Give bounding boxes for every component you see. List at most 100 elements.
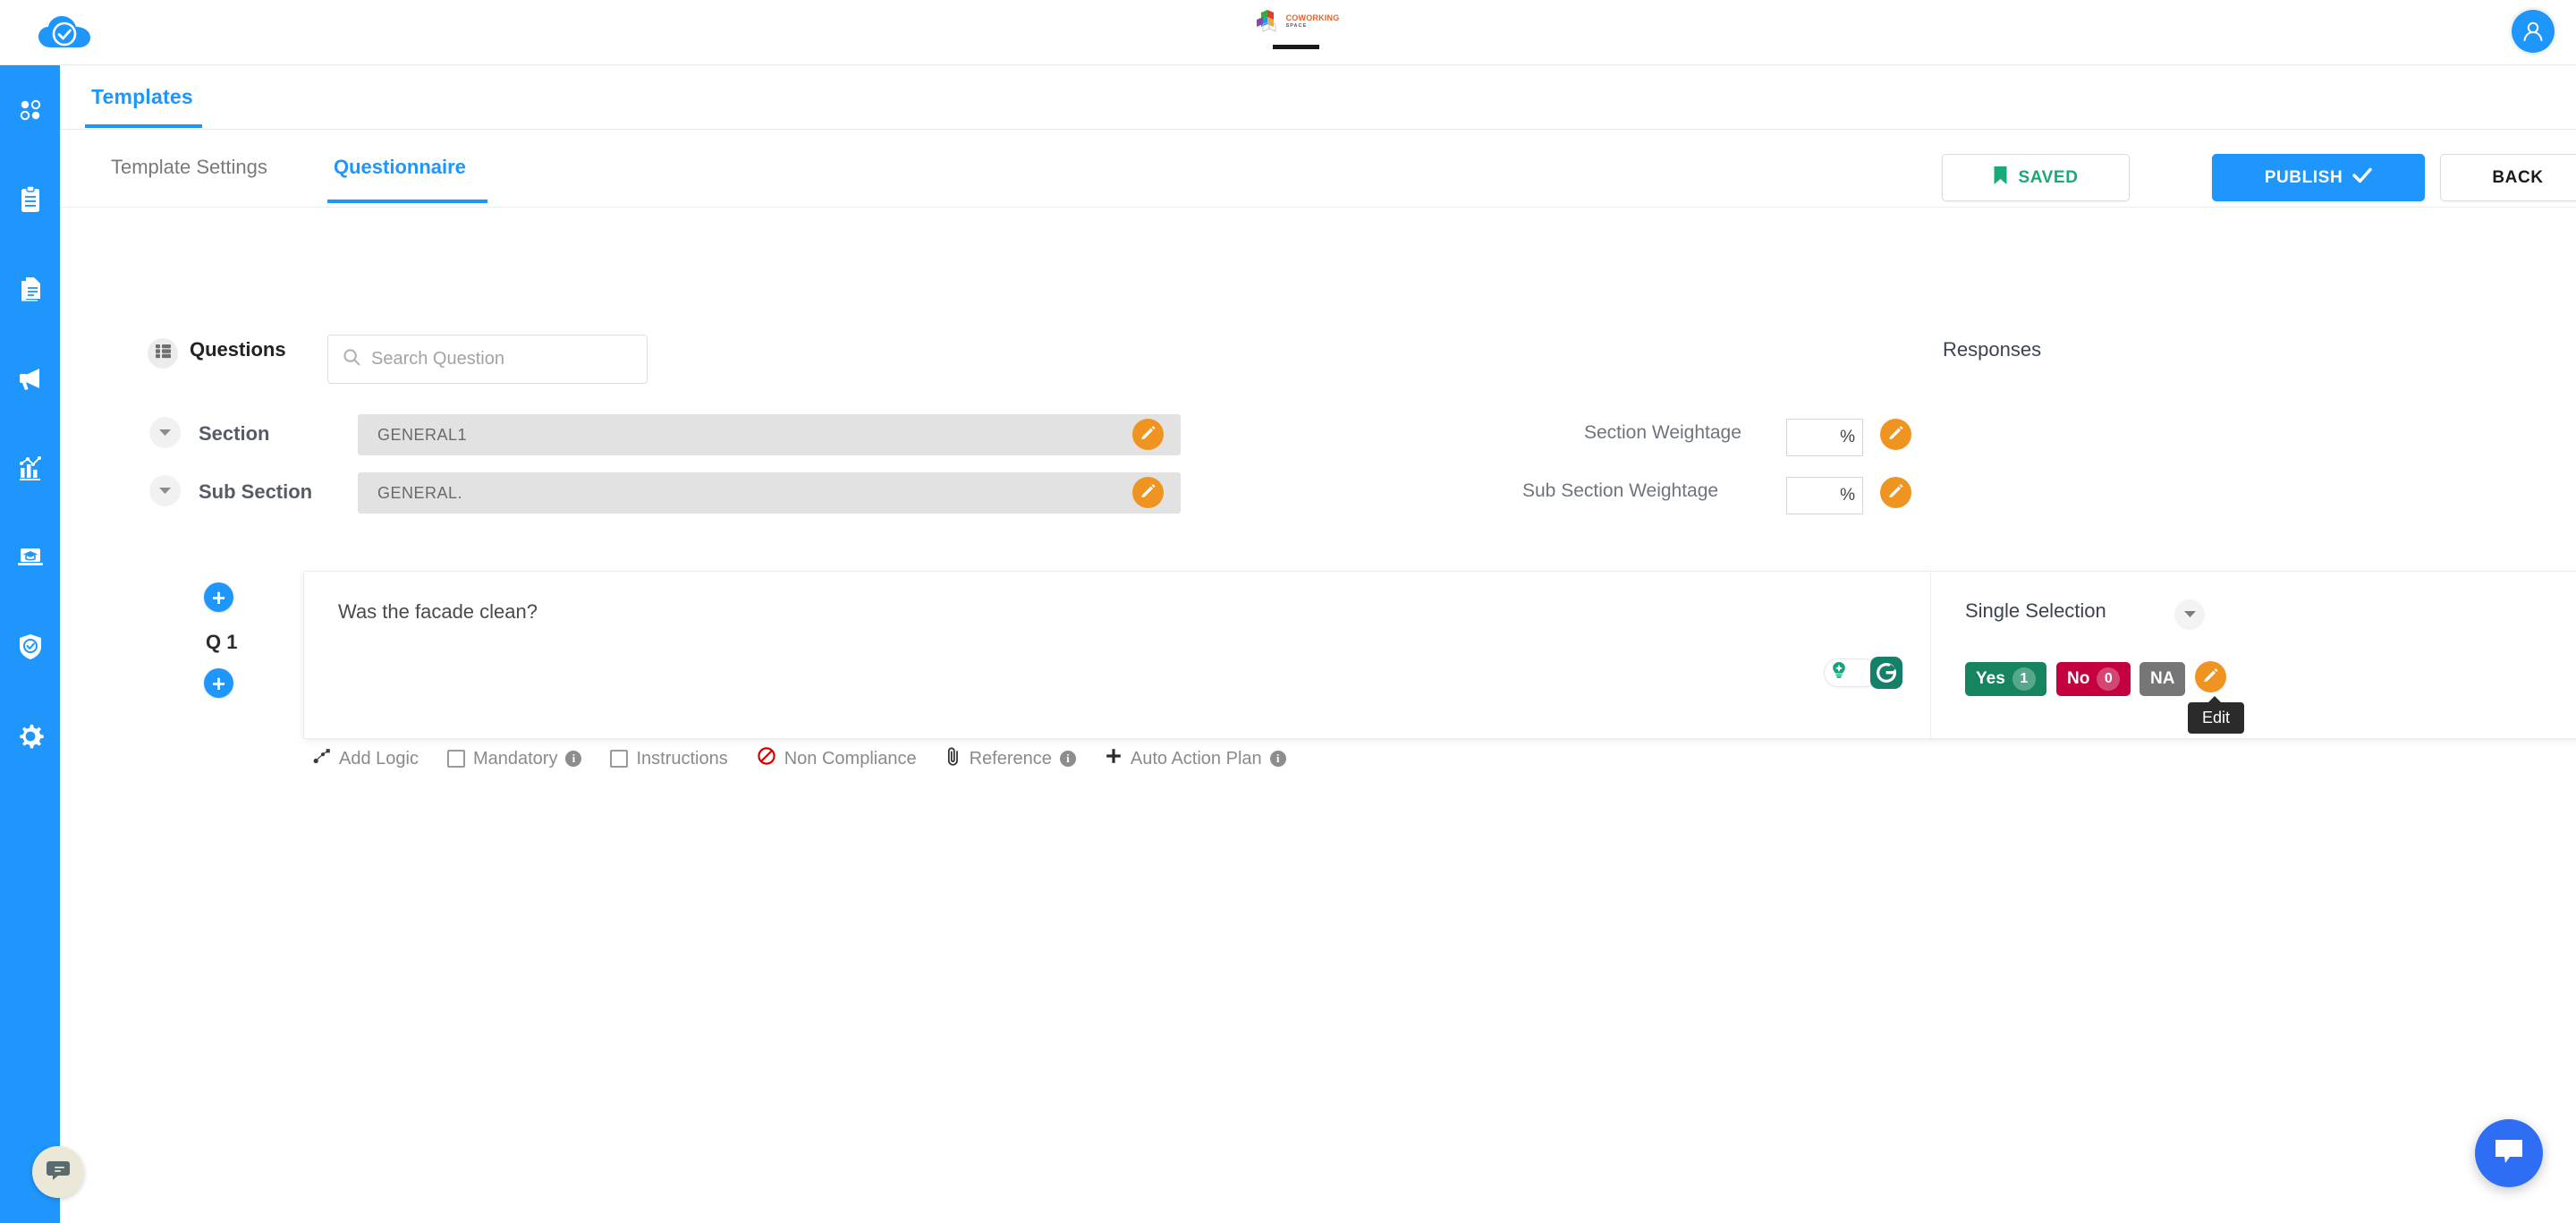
mandatory-option[interactable]: Mandatory i bbox=[446, 748, 582, 769]
info-icon[interactable]: i bbox=[565, 751, 582, 767]
brand-name: COWORKING bbox=[1285, 13, 1340, 22]
brand-underline bbox=[1273, 45, 1319, 49]
center-brand-logo: COWORKING SPACE bbox=[1256, 7, 1339, 54]
sub-section-name-value: GENERAL. bbox=[377, 483, 463, 502]
add-logic-button[interactable]: Add Logic bbox=[313, 747, 419, 770]
sidebar-item-elearning[interactable] bbox=[0, 513, 60, 602]
sidebar-item-audits[interactable] bbox=[0, 155, 60, 244]
cube-logo-icon bbox=[1256, 10, 1276, 32]
response-type-dropdown[interactable] bbox=[2174, 599, 2205, 630]
tab-templates[interactable]: Templates bbox=[91, 85, 193, 109]
sidebar-item-templates[interactable] bbox=[0, 244, 60, 334]
sidebar-item-analytics[interactable] bbox=[0, 423, 60, 513]
option-score: 1 bbox=[2012, 667, 2036, 691]
brand-subtitle: SPACE bbox=[1285, 23, 1308, 29]
sidebar-item-compliance[interactable] bbox=[0, 602, 60, 692]
left-nav-rail bbox=[0, 65, 84, 1223]
megaphone-icon bbox=[16, 365, 45, 392]
auto-action-plan-button[interactable]: Auto Action Plan i bbox=[1105, 747, 1286, 770]
tab-questionnaire[interactable]: Questionnaire bbox=[334, 156, 466, 179]
chevron-down-icon bbox=[158, 425, 172, 441]
check-icon bbox=[2352, 167, 2372, 189]
sidebar-item-announcements[interactable] bbox=[0, 334, 60, 423]
mandatory-label: Mandatory bbox=[472, 748, 558, 769]
cloud-check-logo[interactable] bbox=[37, 13, 99, 54]
sub-tab-bar: Template Settings Questionnaire SAVED PU… bbox=[60, 130, 2576, 208]
sub-section-name-field[interactable]: GENERAL. bbox=[358, 472, 1181, 514]
pencil-icon bbox=[1887, 424, 1904, 446]
analytics-chart-icon bbox=[16, 454, 45, 481]
sub-section-label: Sub Section bbox=[199, 480, 313, 503]
rail-chat-button[interactable] bbox=[32, 1146, 84, 1198]
sub-section-weightage-edit-button[interactable] bbox=[1880, 477, 1911, 508]
user-avatar-icon[interactable] bbox=[2512, 10, 2555, 53]
option-chip-yes[interactable]: Yes 1 bbox=[1965, 662, 2046, 696]
section-name-field[interactable]: GENERAL1 bbox=[358, 414, 1181, 455]
chevron-down-icon bbox=[2183, 607, 2197, 623]
response-type-label[interactable]: Single Selection bbox=[1965, 599, 2106, 623]
percent-suffix: % bbox=[1840, 486, 1855, 505]
pencil-icon bbox=[1140, 482, 1157, 504]
grammarly-g-icon[interactable] bbox=[1870, 657, 1902, 689]
response-edit-button[interactable] bbox=[2195, 661, 2226, 692]
grammarly-bulb-icon bbox=[1827, 659, 1851, 687]
chat-support-button[interactable] bbox=[2475, 1119, 2543, 1187]
auto-action-plan-label: Auto Action Plan bbox=[1130, 748, 1262, 769]
info-icon[interactable]: i bbox=[1059, 751, 1076, 767]
reference-button[interactable]: Reference i bbox=[945, 746, 1076, 771]
sub-section-edit-button[interactable] bbox=[1132, 477, 1164, 508]
non-compliance-button[interactable]: Non Compliance bbox=[757, 746, 917, 771]
back-button[interactable]: BACK bbox=[2440, 154, 2576, 201]
mandatory-checkbox[interactable] bbox=[446, 750, 465, 768]
section-edit-button[interactable] bbox=[1132, 419, 1164, 450]
shield-check-icon bbox=[17, 633, 44, 661]
option-label: NA bbox=[2150, 669, 2175, 688]
option-chip-no[interactable]: No 0 bbox=[2056, 662, 2131, 696]
reference-label: Reference bbox=[969, 748, 1052, 769]
section-row: Section GENERAL1 Section Weightage % bbox=[60, 414, 2576, 464]
sub-section-row: Sub Section GENERAL. Sub Section Weighta… bbox=[60, 472, 2576, 523]
saved-label: SAVED bbox=[2018, 167, 2079, 187]
info-icon[interactable]: i bbox=[1269, 751, 1286, 767]
add-question-above-button[interactable]: + bbox=[204, 582, 233, 612]
top-bar: COWORKING SPACE bbox=[0, 0, 2576, 65]
saved-button[interactable]: SAVED bbox=[1942, 154, 2130, 201]
search-question-box[interactable] bbox=[327, 335, 648, 384]
gear-icon bbox=[16, 722, 45, 751]
instructions-checkbox[interactable] bbox=[610, 750, 629, 768]
section-name-value: GENERAL1 bbox=[377, 425, 468, 444]
responses-header: Responses bbox=[1943, 338, 2042, 361]
search-input[interactable] bbox=[371, 349, 622, 369]
questions-list-icon-badge bbox=[148, 338, 178, 369]
tab-template-settings[interactable]: Template Settings bbox=[111, 156, 267, 179]
elearning-laptop-icon bbox=[16, 545, 45, 570]
bookmark-icon bbox=[1993, 166, 2008, 191]
section-collapse-toggle[interactable] bbox=[149, 417, 181, 448]
plus-sign-icon bbox=[1105, 747, 1123, 770]
section-label: Section bbox=[199, 422, 270, 445]
sub-section-weightage-input[interactable]: % bbox=[1786, 477, 1863, 514]
pencil-icon bbox=[1140, 424, 1157, 446]
list-icon bbox=[155, 344, 172, 363]
sidebar-item-dashboard[interactable] bbox=[0, 65, 60, 155]
section-weightage-edit-button[interactable] bbox=[1880, 419, 1911, 450]
sub-section-collapse-toggle[interactable] bbox=[149, 475, 181, 506]
tab-templates-underline bbox=[85, 124, 202, 128]
option-label: Yes bbox=[1976, 669, 2005, 688]
option-label: No bbox=[2067, 669, 2090, 688]
option-chip-na[interactable]: NA bbox=[2140, 662, 2186, 696]
instructions-option[interactable]: Instructions bbox=[610, 749, 728, 769]
chevron-down-icon bbox=[158, 483, 172, 499]
add-question-below-button[interactable]: + bbox=[204, 668, 233, 698]
main-tab-bar: Templates bbox=[60, 65, 2576, 130]
publish-button[interactable]: PUBLISH bbox=[2212, 154, 2425, 201]
pencil-icon bbox=[1887, 482, 1904, 504]
sidebar-item-settings[interactable] bbox=[0, 692, 60, 781]
question-text[interactable]: Was the facade clean? bbox=[338, 600, 538, 624]
question-options-toolbar: Add Logic Mandatory i Instructions Non C… bbox=[313, 743, 1286, 775]
search-icon bbox=[343, 348, 360, 370]
chat-bubble-icon bbox=[2492, 1136, 2526, 1171]
dashboard-dots-icon bbox=[17, 97, 44, 123]
chat-bubble-icon bbox=[45, 1158, 72, 1187]
section-weightage-input[interactable]: % bbox=[1786, 419, 1863, 456]
